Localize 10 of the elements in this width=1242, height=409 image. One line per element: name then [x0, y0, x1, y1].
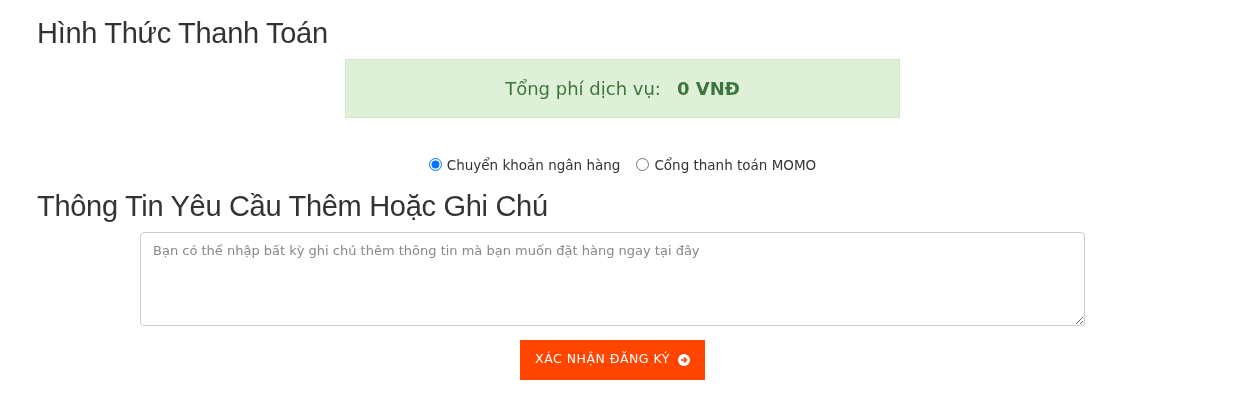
radio-label[interactable]: Cổng thanh toán MOMO: [654, 154, 817, 176]
radio-button[interactable]: [428, 158, 442, 172]
fee-amount: 0 VNĐ: [676, 76, 740, 101]
section-heading: Thông Tin Yêu Cầu Thêm Hoặc Ghi Chú: [37, 189, 549, 224]
radio-button[interactable]: [636, 158, 650, 172]
notes-field[interactable]: Bạn có thể nhập bất kỳ ghi chú thêm thông tin mà bạn muốn đặt hàng ngay tại đây: [140, 231, 1085, 326]
radio-label[interactable]: Chuyển khoản ngân hàng: [446, 154, 621, 176]
arrow-circle-icon: [677, 353, 690, 366]
section-heading: Hình Thức Thanh Toán: [37, 16, 329, 51]
fee-label: Tổng phí dịch vụ:: [505, 76, 661, 101]
